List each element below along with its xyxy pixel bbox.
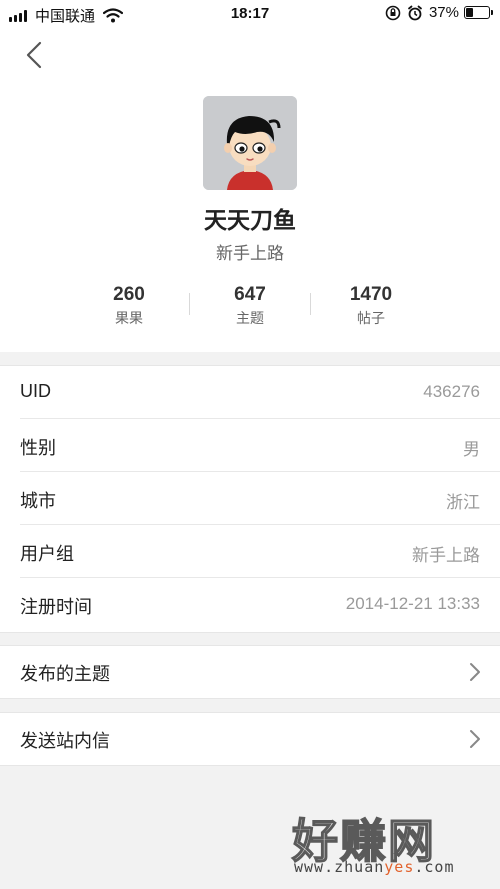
battery-percent: 37% (428, 4, 459, 21)
info-value: 浙江 (446, 493, 480, 512)
send-message-label: 发送站内信 (20, 731, 110, 751)
status-bar: 中国联通 18:17 37% (0, 0, 500, 28)
chevron-right-icon (470, 730, 480, 748)
stat-label: 帖子 (357, 310, 385, 326)
profile-header: 天天刀鱼 新手上路 260 果果 647 主题 1470 帖子 (0, 28, 500, 352)
profile-name: 天天刀鱼 (204, 207, 296, 233)
info-row-gender: 性别 男 (0, 419, 500, 472)
stat-value: 1470 (349, 284, 393, 305)
info-value: 男 (463, 440, 480, 459)
avatar[interactable] (203, 96, 297, 190)
profile-info-list: UID 436276 性别 男 城市 浙江 用户组 新手上路 注册时间 2014… (0, 365, 500, 633)
alarm-clock-icon (408, 5, 422, 20)
watermark-url: www.zhuanyes.com (294, 858, 455, 876)
stat-guoguo[interactable]: 260 果果 (69, 284, 189, 328)
rotation-lock-icon (385, 5, 401, 20)
info-value: 436276 (423, 382, 480, 401)
info-key: UID (20, 381, 51, 401)
info-row-uid: UID 436276 (0, 366, 500, 419)
send-message-row[interactable]: 发送站内信 (0, 712, 500, 766)
back-chevron-icon[interactable] (20, 40, 50, 70)
info-key: 城市 (20, 491, 56, 511)
watermark-url-highlight: yes (384, 858, 415, 876)
profile-rank: 新手上路 (216, 244, 284, 263)
info-key: 用户组 (20, 544, 74, 564)
info-value: 新手上路 (412, 546, 480, 565)
info-key: 性别 (20, 438, 56, 458)
info-key: 注册时间 (20, 597, 92, 617)
stat-label: 主题 (236, 310, 264, 326)
stat-label: 果果 (115, 310, 143, 326)
info-row-city: 城市 浙江 (0, 472, 500, 525)
status-bar-right: 37% (385, 4, 493, 21)
battery-icon (464, 6, 493, 19)
stat-value: 647 (234, 284, 266, 305)
cartoon-boy-avatar-icon (203, 96, 297, 190)
watermark-url-suffix: .com (414, 858, 455, 876)
stat-posts[interactable]: 1470 帖子 (311, 284, 431, 328)
published-topics-row[interactable]: 发布的主题 (0, 645, 500, 699)
chevron-right-icon (470, 663, 480, 681)
info-row-user-group: 用户组 新手上路 (0, 525, 500, 578)
info-value: 2014-12-21 13:33 (345, 594, 480, 613)
info-row-register-time: 注册时间 2014-12-21 13:33 (0, 578, 500, 631)
published-topics-label: 发布的主题 (20, 664, 110, 684)
stat-topics[interactable]: 647 主题 (190, 284, 310, 328)
stat-value: 260 (113, 284, 145, 305)
watermark-url-prefix: www.zhuan (294, 858, 385, 876)
battery-fill (466, 8, 474, 17)
watermark: 好赚网 www.zhuanyes.com (291, 805, 482, 885)
